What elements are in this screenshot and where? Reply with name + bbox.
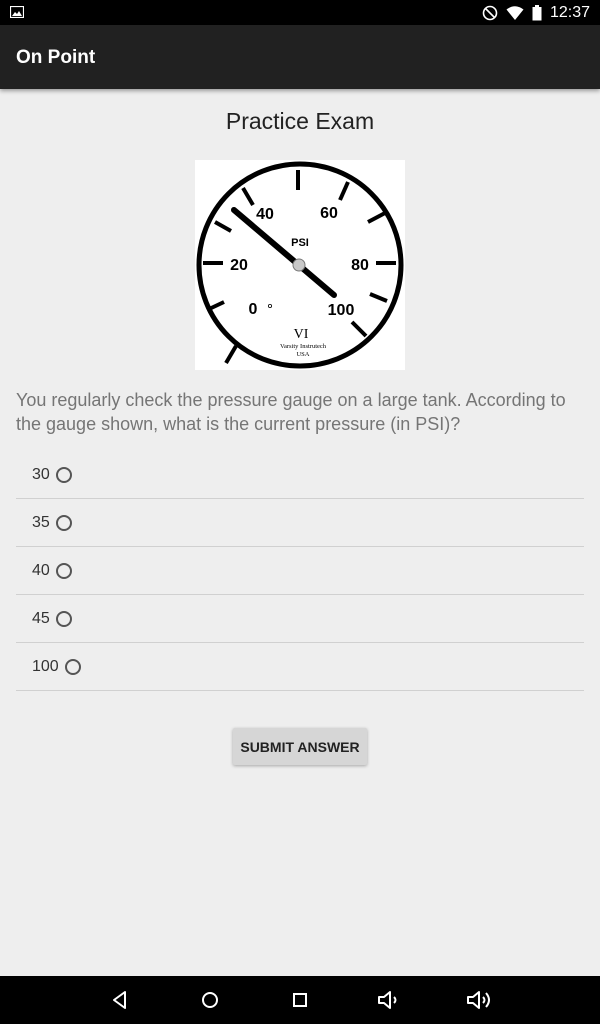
home-icon[interactable] bbox=[198, 988, 222, 1012]
answer-option[interactable]: 35 bbox=[16, 499, 584, 547]
gauge-hub bbox=[292, 258, 306, 272]
radio-button[interactable] bbox=[55, 514, 72, 531]
radio-button[interactable] bbox=[64, 658, 81, 675]
gauge-brand-country: USA bbox=[296, 351, 309, 358]
answer-option-label: 100 bbox=[32, 657, 59, 675]
answer-option[interactable]: 30 bbox=[16, 451, 584, 499]
gauge-label-0: 0 bbox=[249, 301, 258, 318]
answer-option[interactable]: 45 bbox=[16, 595, 584, 643]
radio-button[interactable] bbox=[55, 466, 72, 483]
gauge-label-40: 40 bbox=[256, 206, 274, 223]
answer-option[interactable]: 40 bbox=[16, 547, 584, 595]
question-text: You regularly check the pressure gauge o… bbox=[16, 390, 566, 434]
page-title: Practice Exam bbox=[225, 108, 375, 134]
answer-option-label: 30 bbox=[32, 465, 50, 483]
app-title: On Point bbox=[16, 47, 96, 68]
pressure-gauge-image: 0 20 40 60 80 100 PSI VI Varsity Instrut… bbox=[195, 160, 405, 370]
app-bar: On Point bbox=[0, 25, 600, 89]
gauge-svg: 0 20 40 60 80 100 PSI VI Varsity Instrut… bbox=[196, 161, 404, 369]
recent-apps-icon[interactable] bbox=[288, 988, 312, 1012]
volume-down-icon[interactable] bbox=[377, 988, 401, 1012]
answer-options: 30 35 40 45 100 bbox=[16, 451, 584, 691]
answer-option-label: 40 bbox=[32, 561, 50, 579]
gauge-label-80: 80 bbox=[351, 257, 369, 274]
status-bar: 12:37 bbox=[0, 0, 600, 25]
gauge-brand: Varsity Instrutech bbox=[280, 343, 327, 350]
radio-button[interactable] bbox=[55, 562, 72, 579]
image-notification-icon bbox=[10, 6, 24, 18]
navigation-bar bbox=[0, 976, 600, 1024]
gauge-unit-label: PSI bbox=[291, 237, 309, 249]
gauge-label-100: 100 bbox=[328, 302, 355, 319]
radio-button[interactable] bbox=[55, 610, 72, 627]
wifi-icon bbox=[506, 5, 524, 20]
gauge-label-20: 20 bbox=[230, 257, 248, 274]
answer-option[interactable]: 100 bbox=[16, 643, 584, 691]
back-icon[interactable] bbox=[108, 988, 132, 1012]
do-not-disturb-icon bbox=[482, 5, 498, 20]
volume-up-icon[interactable] bbox=[466, 988, 494, 1012]
answer-option-label: 35 bbox=[32, 513, 50, 531]
battery-icon bbox=[532, 4, 542, 20]
answer-option-label: 45 bbox=[32, 609, 50, 627]
submit-answer-button[interactable]: SUBMIT ANSWER bbox=[233, 728, 367, 765]
status-time: 12:37 bbox=[549, 3, 590, 21]
gauge-label-60: 60 bbox=[320, 205, 338, 222]
gauge-logo: VI bbox=[294, 327, 309, 342]
